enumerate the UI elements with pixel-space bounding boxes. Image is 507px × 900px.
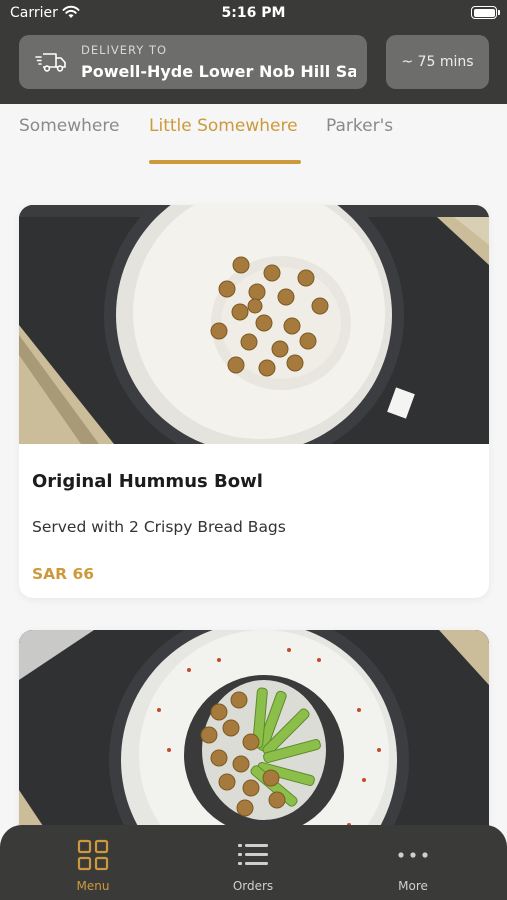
restaurant-tabs: Somewhere Little Somewhere Parker's [0, 104, 507, 168]
delivery-truck-icon [35, 51, 67, 77]
menu-item-description: Served with 2 Crispy Bread Bags [32, 518, 286, 536]
nav-orders-label: Orders [232, 879, 274, 893]
tab-parkers[interactable]: Parker's [326, 116, 393, 136]
delivery-address: Powell-Hyde Lower Nob Hill Sa... [81, 62, 356, 81]
status-bar: Carrier 5:16 PM [0, 0, 507, 28]
menu-item-price: SAR 66 [32, 565, 95, 583]
nav-menu[interactable]: Menu [33, 825, 153, 900]
nav-orders[interactable]: Orders [193, 825, 313, 900]
tab-little-somewhere[interactable]: Little Somewhere [149, 116, 298, 136]
nav-more[interactable]: More [353, 825, 473, 900]
menu-item-card[interactable]: Original Hummus Bowl Served with 2 Crisp… [19, 205, 489, 598]
eta-text: ~ 75 mins [401, 54, 474, 70]
bottom-navigation: Menu Orders More [0, 825, 507, 900]
delivery-eta-badge[interactable]: ~ 75 mins [386, 35, 489, 89]
menu-item-image [19, 205, 489, 444]
delivery-to-label: DELIVERY TO [81, 43, 168, 57]
list-icon [237, 839, 269, 871]
active-tab-indicator [149, 160, 301, 164]
menu-item-title: Original Hummus Bowl [32, 471, 263, 492]
grid-icon [77, 839, 109, 871]
header: Carrier 5:16 PM DELIVERY TO Powell-Hyde … [0, 0, 507, 104]
battery-icon [471, 6, 500, 19]
tab-somewhere[interactable]: Somewhere [19, 116, 119, 136]
nav-more-label: More [398, 879, 428, 893]
nav-menu-label: Menu [76, 879, 110, 893]
more-dots-icon [397, 839, 429, 871]
delivery-address-selector[interactable]: DELIVERY TO Powell-Hyde Lower Nob Hill S… [19, 35, 367, 89]
clock: 5:16 PM [221, 5, 286, 21]
